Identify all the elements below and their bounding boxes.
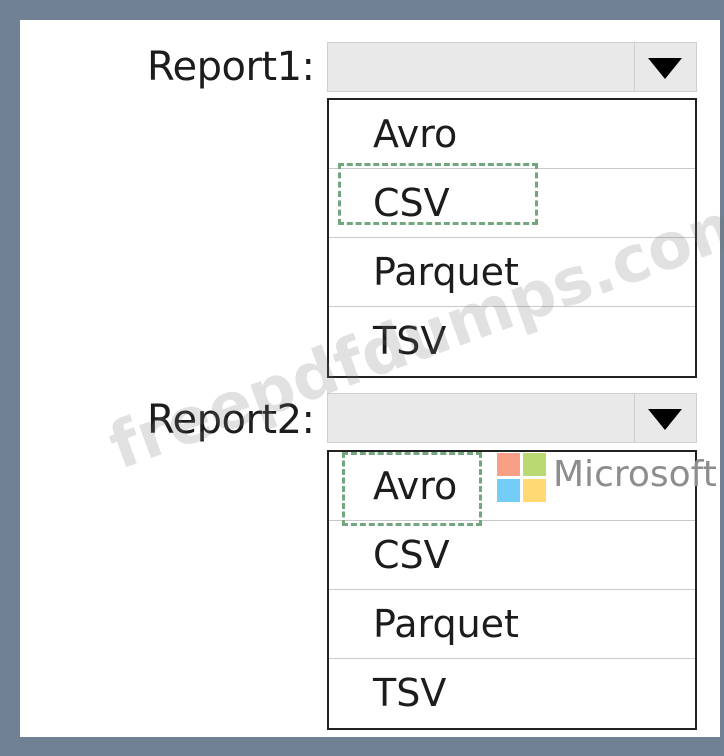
report2-option-parquet[interactable]: Parquet	[329, 590, 695, 659]
report1-dropdown[interactable]	[327, 42, 697, 92]
report2-label: Report2:	[147, 397, 315, 443]
option-label: CSV	[373, 533, 450, 577]
report2-dropdown-toggle[interactable]	[634, 394, 696, 442]
report1-option-parquet[interactable]: Parquet	[329, 238, 695, 307]
option-label: Parquet	[373, 250, 519, 294]
microsoft-logo-icon	[497, 453, 547, 503]
report1-option-tsv[interactable]: TSV	[329, 307, 695, 376]
report1-dropdown-toggle[interactable]	[634, 43, 696, 91]
option-label: TSV	[373, 671, 447, 715]
microsoft-logo-text: Microsoft	[553, 454, 717, 495]
report1-options-list: Avro CSV Parquet TSV	[327, 98, 697, 378]
report2-dropdown[interactable]	[327, 393, 697, 443]
triangle-down-icon	[648, 409, 682, 430]
option-label: TSV	[373, 319, 447, 363]
answer-area-panel: Report1: Avro CSV Parquet TSV Report2: A…	[20, 20, 724, 737]
option-label: Avro	[373, 112, 458, 156]
triangle-down-icon	[648, 58, 682, 79]
report2-option-csv[interactable]: CSV	[329, 521, 695, 590]
report1-label: Report1:	[147, 44, 315, 90]
report1-option-avro[interactable]: Avro	[329, 100, 695, 169]
report1-answer-highlight	[338, 163, 538, 225]
report2-answer-highlight	[342, 452, 482, 526]
option-label: Parquet	[373, 602, 519, 646]
report2-option-tsv[interactable]: TSV	[329, 659, 695, 728]
